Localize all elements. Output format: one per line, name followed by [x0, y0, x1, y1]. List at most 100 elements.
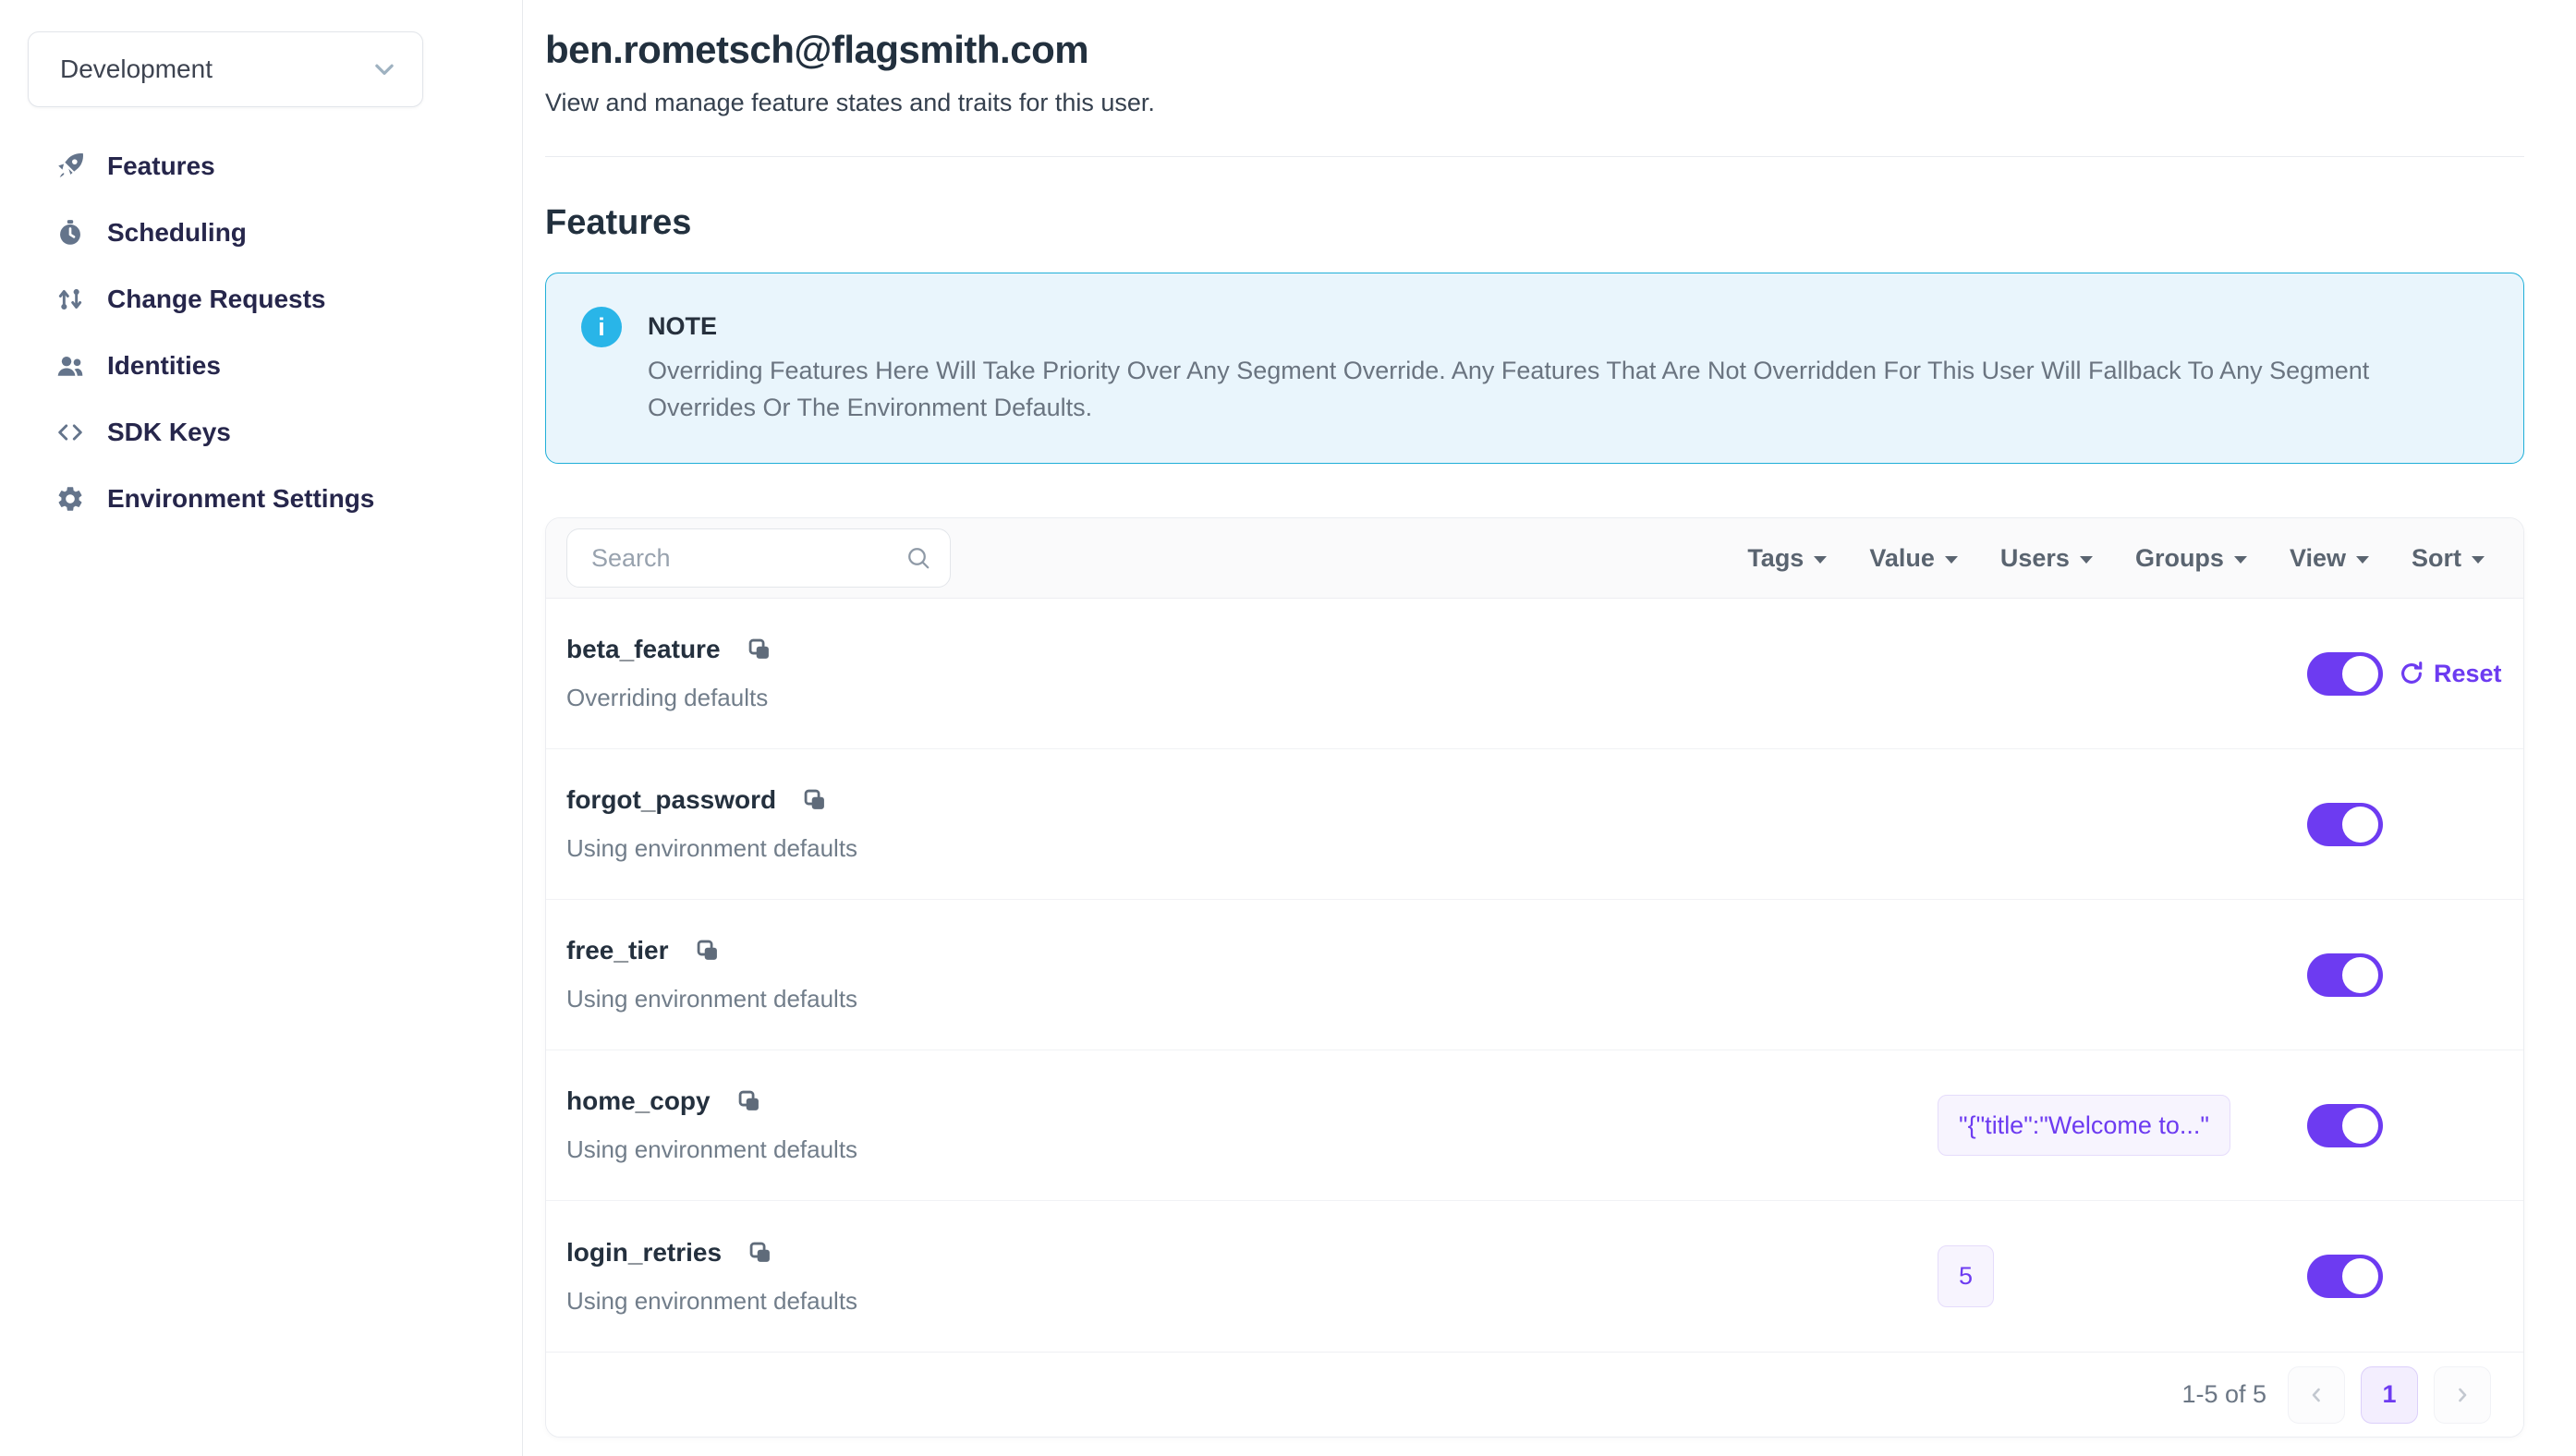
feature-row-forgot_password[interactable]: forgot_password Using environment defaul… — [546, 749, 2523, 900]
search-box — [566, 528, 951, 588]
environment-selector-value: Development — [60, 55, 213, 84]
pagination: 1-5 of 5 1 — [546, 1352, 2523, 1437]
code-icon — [54, 417, 87, 448]
sidebar-item-label: Environment Settings — [107, 484, 374, 514]
info-icon: i — [581, 307, 622, 347]
feature-name: forgot_password — [566, 785, 776, 815]
toggle-knob — [2342, 1258, 2378, 1294]
pagination-summary: 1-5 of 5 — [2181, 1380, 2266, 1409]
feature-info: home_copy Using environment defaults — [566, 1086, 1938, 1164]
filters: Tags Value Users Groups View Sort — [1747, 544, 2485, 573]
feature-name: beta_feature — [566, 635, 721, 664]
feature-value-column: "{"title":"Welcome to..." — [1938, 1095, 2266, 1156]
change-requests-icon — [54, 285, 87, 314]
gear-icon — [54, 484, 87, 514]
refresh-icon — [2398, 660, 2425, 687]
feature-row-login_retries[interactable]: login_retries Using environment defaults… — [546, 1201, 2523, 1352]
environment-selector[interactable]: Development — [28, 31, 423, 107]
feature-status: Using environment defaults — [566, 1135, 1938, 1164]
filter-label: View — [2290, 544, 2346, 573]
note-callout: i NOTE Overriding Features Here Will Tak… — [545, 273, 2524, 464]
copy-icon[interactable] — [802, 787, 828, 813]
sidebar-item-label: Features — [107, 152, 215, 181]
caret-down-icon — [2080, 556, 2093, 564]
toggle-knob — [2342, 807, 2378, 843]
sidebar-item-sdk-keys[interactable]: SDK Keys — [0, 399, 522, 466]
feature-row-beta_feature[interactable]: beta_feature Overriding defaults Reset — [546, 599, 2523, 749]
filter-label: Sort — [2412, 544, 2461, 573]
reset-label: Reset — [2434, 660, 2502, 688]
toggle-knob — [2342, 957, 2378, 993]
feature-status: Using environment defaults — [566, 1287, 1938, 1316]
feature-status: Using environment defaults — [566, 834, 1938, 863]
sidebar-item-scheduling[interactable]: Scheduling — [0, 200, 522, 266]
features-toolbar: Tags Value Users Groups View Sort — [546, 518, 2523, 599]
caret-down-icon — [2234, 556, 2247, 564]
reset-button[interactable]: Reset — [2398, 660, 2502, 688]
filter-label: Tags — [1747, 544, 1804, 573]
sidebar-item-identities[interactable]: Identities — [0, 333, 522, 399]
header-divider — [545, 156, 2524, 157]
caret-down-icon — [1945, 556, 1958, 564]
copy-icon[interactable] — [747, 637, 772, 662]
caret-down-icon — [2472, 556, 2485, 564]
sidebar-item-change-requests[interactable]: Change Requests — [0, 266, 522, 333]
sidebar-item-features[interactable]: Features — [0, 133, 522, 200]
filter-value[interactable]: Value — [1869, 544, 1958, 573]
sidebar-item-environment-settings[interactable]: Environment Settings — [0, 466, 522, 532]
feature-row-home_copy[interactable]: home_copy Using environment defaults "{"… — [546, 1050, 2523, 1201]
search-icon — [905, 544, 932, 576]
page-title: ben.rometsch@flagsmith.com — [545, 28, 2524, 72]
caret-down-icon — [2356, 556, 2369, 564]
feature-value-column: 5 — [1938, 1245, 2266, 1306]
feature-toggle[interactable] — [2307, 1104, 2383, 1147]
filter-label: Groups — [2135, 544, 2224, 573]
toggle-knob — [2342, 656, 2378, 692]
reset-slot: Reset — [2383, 660, 2494, 688]
sidebar-item-label: Change Requests — [107, 285, 326, 314]
feature-row-free_tier[interactable]: free_tier Using environment defaults — [546, 900, 2523, 1050]
copy-icon[interactable] — [747, 1240, 773, 1266]
sidebar-item-label: Identities — [107, 351, 221, 381]
feature-toggle[interactable] — [2307, 803, 2383, 846]
note-content: NOTE Overriding Features Here Will Take … — [648, 307, 2394, 426]
copy-icon[interactable] — [695, 938, 721, 964]
identities-icon — [54, 350, 87, 382]
copy-icon[interactable] — [736, 1088, 762, 1114]
sidebar-item-label: Scheduling — [107, 218, 247, 248]
note-body: Overriding Features Here Will Take Prior… — [648, 352, 2394, 426]
filter-users[interactable]: Users — [2000, 544, 2093, 573]
filter-sort[interactable]: Sort — [2412, 544, 2485, 573]
feature-info: login_retries Using environment defaults — [566, 1238, 1938, 1316]
note-title: NOTE — [648, 312, 2394, 341]
feature-toggle[interactable] — [2307, 953, 2383, 997]
features-heading: Features — [545, 203, 2524, 243]
sidebar-item-label: SDK Keys — [107, 418, 231, 447]
toggle-knob — [2342, 1108, 2378, 1144]
filter-view[interactable]: View — [2290, 544, 2369, 573]
feature-name: login_retries — [566, 1238, 722, 1268]
sidebar: Development Features — [0, 0, 523, 1456]
filter-label: Users — [2000, 544, 2070, 573]
search-input[interactable] — [566, 528, 951, 588]
pagination-next-button[interactable] — [2434, 1366, 2491, 1424]
pagination-prev-button[interactable] — [2288, 1366, 2345, 1424]
feature-status: Overriding defaults — [566, 684, 1938, 712]
feature-name: free_tier — [566, 936, 669, 965]
features-panel: Tags Value Users Groups View Sort beta_f… — [545, 517, 2524, 1438]
feature-name: home_copy — [566, 1086, 711, 1116]
main-content: ben.rometsch@flagsmith.com View and mana… — [524, 0, 2576, 1456]
feature-status: Using environment defaults — [566, 985, 1938, 1013]
chevron-down-icon — [371, 55, 398, 83]
feature-value-chip[interactable]: 5 — [1938, 1245, 1994, 1306]
filter-label: Value — [1869, 544, 1935, 573]
rocket-icon — [54, 151, 87, 182]
feature-value-chip[interactable]: "{"title":"Welcome to..." — [1938, 1095, 2230, 1156]
filter-tags[interactable]: Tags — [1747, 544, 1827, 573]
pagination-page-1[interactable]: 1 — [2361, 1366, 2418, 1424]
feature-toggle[interactable] — [2307, 1255, 2383, 1298]
feature-toggle[interactable] — [2307, 652, 2383, 696]
caret-down-icon — [1814, 556, 1827, 564]
filter-groups[interactable]: Groups — [2135, 544, 2247, 573]
page-subtitle: View and manage feature states and trait… — [545, 89, 2524, 117]
